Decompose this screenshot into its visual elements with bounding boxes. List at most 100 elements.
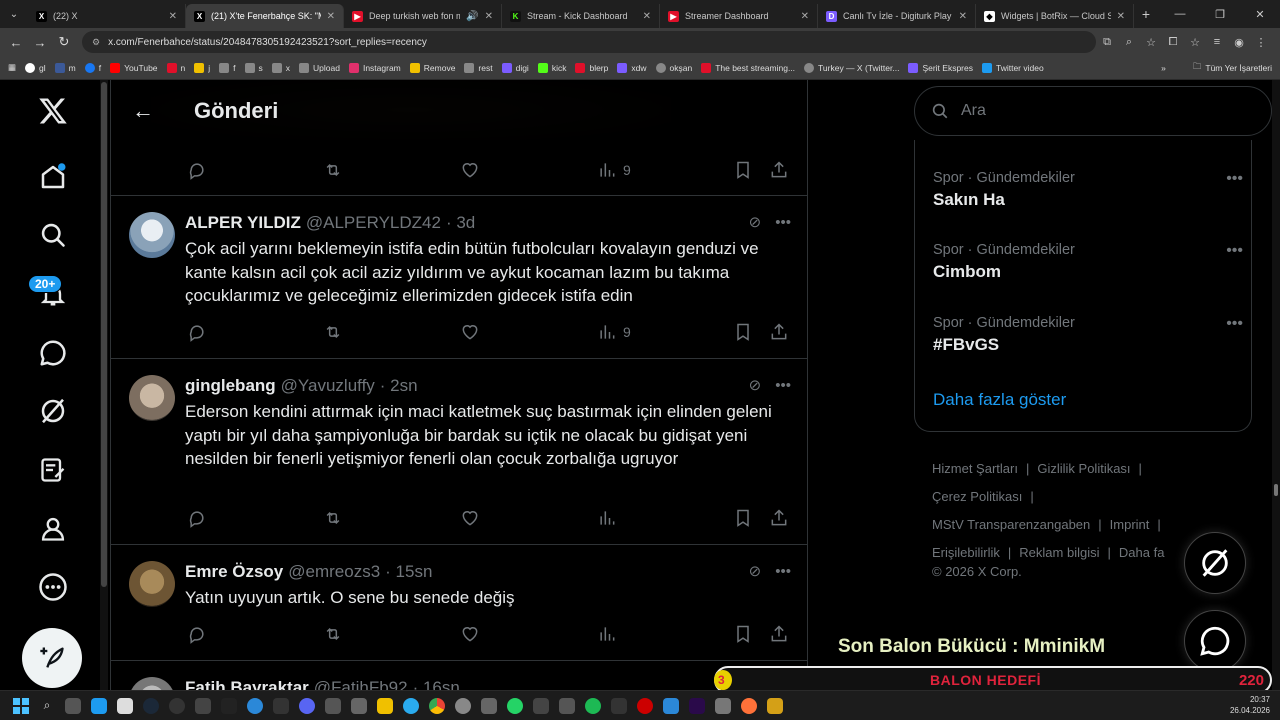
menu-icon[interactable]: ⋮: [1250, 36, 1272, 49]
install-icon[interactable]: ⧉: [1096, 36, 1118, 49]
like-icon[interactable]: [460, 624, 480, 644]
app-icon[interactable]: [762, 693, 788, 719]
site-info-icon[interactable]: ⚙: [92, 37, 100, 48]
more-options-icon[interactable]: •••: [1226, 315, 1243, 333]
reload-icon[interactable]: ↻: [52, 34, 76, 50]
app-icon[interactable]: [710, 693, 736, 719]
grok-fab-button[interactable]: [1184, 532, 1246, 594]
app-icon[interactable]: [554, 693, 580, 719]
spotify-icon[interactable]: [580, 693, 606, 719]
bookmark[interactable]: x: [271, 62, 290, 73]
app-icon[interactable]: [268, 693, 294, 719]
search-icon[interactable]: ⌕: [34, 693, 60, 719]
more-options-icon[interactable]: •••: [1226, 170, 1243, 188]
bookmark[interactable]: blerp: [575, 62, 608, 73]
app-icon[interactable]: [112, 693, 138, 719]
windows-start-icon[interactable]: [8, 693, 34, 719]
bookmark[interactable]: Instagram: [348, 62, 401, 73]
settings-icon[interactable]: [450, 693, 476, 719]
reply-icon[interactable]: [187, 322, 207, 342]
profile-icon[interactable]: [36, 512, 70, 546]
user-name[interactable]: ALPER YILDIZ: [185, 213, 301, 233]
trend-item[interactable]: Spor · Gündemdekiler #FBvGS •••: [933, 315, 1243, 355]
browser-tab[interactable]: ◆ Widgets | BotRix — Cloud Strea ✕: [976, 4, 1134, 28]
zoom-icon[interactable]: ⌕: [1118, 36, 1140, 49]
bookmark[interactable]: YouTube: [110, 62, 158, 73]
browser-tab[interactable]: ▶ Deep turkish web fon müzi 🔊 ✕: [344, 4, 502, 28]
apps-icon[interactable]: ▦: [8, 62, 16, 73]
like-icon[interactable]: [460, 160, 480, 180]
footer-link[interactable]: Daha fa: [1119, 545, 1165, 560]
bookmark[interactable]: n: [166, 62, 185, 73]
tab-search-button[interactable]: ⌄: [0, 0, 28, 28]
bookmark[interactable]: f: [84, 62, 101, 73]
user-name[interactable]: Emre Özsoy: [185, 562, 283, 582]
grok-icon[interactable]: ⊘: [749, 562, 762, 580]
bookmark[interactable]: m: [54, 62, 76, 73]
browser-tab[interactable]: ▶ Streamer Dashboard ✕: [660, 4, 818, 28]
bookmark[interactable]: Upload: [299, 62, 340, 73]
new-tab-button[interactable]: +: [1134, 6, 1158, 22]
firefox-icon[interactable]: [736, 693, 762, 719]
close-icon[interactable]: ✕: [643, 11, 651, 22]
reply-post[interactable]: Emre Özsoy @emreozs3 · 15sn ⊘ ••• Yatın …: [111, 545, 807, 661]
page-scrollbar-left[interactable]: [100, 80, 108, 690]
more-options-icon[interactable]: •••: [775, 214, 791, 231]
extensions-icon[interactable]: ⧠: [1162, 36, 1184, 49]
app-icon[interactable]: [216, 693, 242, 719]
browser-tab[interactable]: D Canlı Tv İzle - Digiturk Play Yur ✕: [818, 4, 976, 28]
browser-tab[interactable]: K Stream - Kick Dashboard ✕: [502, 4, 660, 28]
app-icon[interactable]: [476, 693, 502, 719]
media-icon[interactable]: ≡: [1206, 36, 1228, 48]
bookmark[interactable]: j: [194, 62, 210, 73]
minimize-icon[interactable]: —: [1160, 8, 1200, 20]
back-arrow-icon[interactable]: ←: [111, 98, 171, 124]
bookmark-icon[interactable]: [733, 160, 753, 180]
search-icon[interactable]: [36, 218, 70, 252]
browser-tab[interactable]: X (22) X ✕: [28, 4, 186, 28]
app-icon[interactable]: [346, 693, 372, 719]
share-icon[interactable]: [769, 624, 789, 644]
views-button[interactable]: 9: [597, 322, 631, 342]
maximize-icon[interactable]: ❐: [1200, 8, 1240, 21]
reply-icon[interactable]: [187, 624, 207, 644]
close-icon[interactable]: ✕: [959, 11, 967, 22]
reply-post[interactable]: Fatih Bayraktar @FatihFb92 · 16sn: [111, 661, 807, 690]
post-time[interactable]: · 2sn: [380, 376, 418, 396]
browser-tab-active[interactable]: X (21) X'te Fenerbahçe SK: "MS: 3 ✕: [186, 4, 344, 28]
footer-link[interactable]: Reklam bilgisi: [1019, 545, 1099, 560]
repost-icon[interactable]: [323, 322, 343, 342]
user-handle[interactable]: @FatihFb92: [314, 678, 408, 690]
explorer-icon[interactable]: [86, 693, 112, 719]
discord-icon[interactable]: [294, 693, 320, 719]
views-icon[interactable]: [597, 508, 617, 528]
like-icon[interactable]: [460, 322, 480, 342]
bookmark[interactable]: Remove: [409, 62, 455, 73]
bookmark[interactable]: gl: [25, 62, 46, 73]
telegram-icon[interactable]: [398, 693, 424, 719]
user-handle[interactable]: @Yavuzluffy: [281, 376, 375, 396]
bookmark[interactable]: okşan: [655, 62, 692, 73]
grok-icon[interactable]: [36, 394, 70, 428]
footer-link[interactable]: Imprint: [1110, 517, 1150, 532]
user-name[interactable]: ginglebang: [185, 376, 276, 396]
like-icon[interactable]: [460, 508, 480, 528]
share-icon[interactable]: [769, 160, 789, 180]
post-time[interactable]: · 16sn: [413, 678, 460, 690]
whatsapp-icon[interactable]: [502, 693, 528, 719]
articles-icon[interactable]: [36, 453, 70, 487]
footer-link[interactable]: Çerez Politikası: [932, 489, 1022, 504]
show-more-link[interactable]: Daha fazla göster: [933, 390, 1066, 410]
bookmark[interactable]: f: [219, 62, 236, 73]
app-icon[interactable]: [320, 693, 346, 719]
bookmark-icon[interactable]: [733, 624, 753, 644]
trend-item[interactable]: Spor · Gündemdekiler Cimbom •••: [933, 242, 1243, 282]
views-button[interactable]: 9: [597, 160, 631, 180]
chrome-icon[interactable]: [424, 693, 450, 719]
bookmark[interactable]: xdw: [617, 62, 647, 73]
task-view-icon[interactable]: [60, 693, 86, 719]
trend-item[interactable]: Spor · Gündemdekiler Sakın Ha •••: [933, 170, 1243, 210]
folder-icon[interactable]: [372, 693, 398, 719]
close-icon[interactable]: ✕: [1117, 11, 1125, 22]
user-handle[interactable]: @emreozs3: [288, 562, 380, 582]
